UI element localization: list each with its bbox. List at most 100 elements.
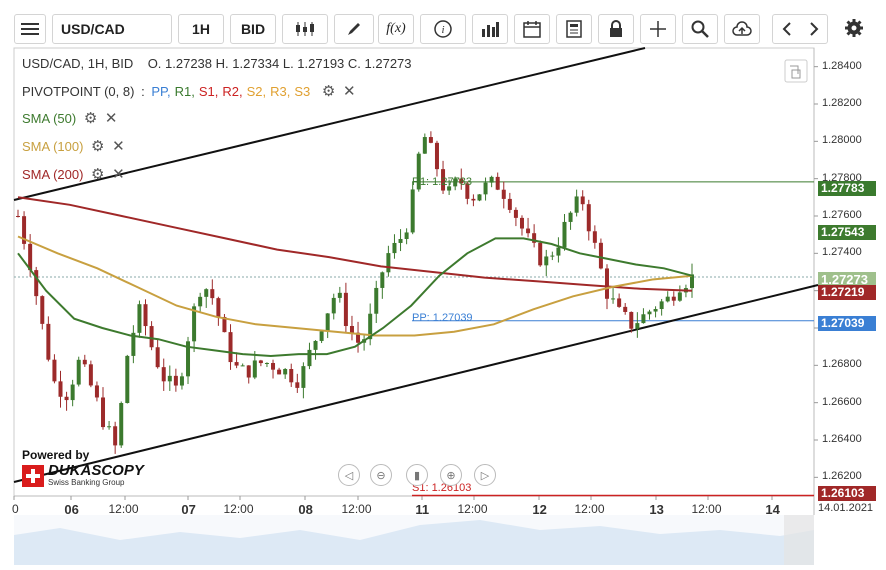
sma200-label: SMA (200)	[22, 167, 84, 182]
candle-body	[240, 365, 245, 367]
candle-body	[94, 385, 99, 398]
chevron-left-icon: ◁	[344, 469, 354, 482]
candle-body	[101, 397, 106, 428]
pivot-legend[interactable]: PIVOTPOINT (0, 8) : PP, R1, S1, R2, S2, R3, S3…	[22, 82, 356, 100]
candle-body	[592, 231, 597, 243]
x-tick-label: 12	[532, 502, 547, 517]
candle-body	[629, 311, 634, 329]
y-tick-label: 1.27600	[822, 209, 862, 221]
pivot-items: PP, R1, S1, R2, S2, R3, S3	[151, 84, 314, 99]
candle-body	[659, 301, 664, 310]
candle-body	[635, 323, 640, 329]
candle-body	[107, 426, 112, 428]
zoom-in-control[interactable]: ⊕	[440, 464, 462, 486]
candle-body	[289, 369, 294, 383]
s1-price-tag: 1.26103	[818, 486, 876, 501]
gear-icon[interactable]: ⚙	[91, 165, 104, 183]
candle-body	[277, 369, 282, 375]
candle-body	[374, 287, 379, 314]
candle-body	[52, 359, 57, 382]
reset-control[interactable]: ▮	[406, 464, 428, 486]
x-tick-label: 12:00	[341, 502, 372, 516]
navigator-handle	[784, 515, 814, 565]
close-icon[interactable]: ✕	[105, 109, 118, 127]
candle-body	[647, 311, 652, 315]
candle-body	[483, 182, 488, 195]
candle-body	[617, 298, 622, 307]
powered-by-text: Powered by	[22, 448, 90, 462]
candle-body	[495, 176, 500, 190]
candle-body	[88, 364, 93, 386]
x-tick-label: 12:00	[457, 502, 488, 516]
candle-body	[471, 198, 476, 201]
candle-body	[550, 255, 555, 257]
close-icon[interactable]: ✕	[112, 165, 125, 183]
candle-body	[434, 142, 439, 170]
y-tick-label: 1.26200	[822, 470, 862, 483]
candle-body	[604, 268, 609, 299]
candle-body	[538, 242, 543, 266]
candle-body	[34, 270, 39, 297]
candle-body	[161, 367, 166, 382]
x-tick-label: 11	[415, 502, 430, 517]
pivot-item: S3	[294, 84, 311, 99]
candle-body	[677, 292, 682, 301]
zoom-out-icon: ⊖	[376, 469, 386, 482]
pp-level-label: PP: 1.27039	[412, 312, 473, 324]
candle-body	[519, 217, 524, 229]
pivot-item: R2,	[222, 84, 243, 99]
x-tick-label: 12:00	[108, 502, 139, 516]
candle-body	[70, 384, 75, 401]
close-icon[interactable]: ✕	[112, 137, 125, 155]
pivot-item: S2,	[246, 84, 267, 99]
candle-body	[58, 381, 63, 397]
y-tick-label: 1.26400	[822, 433, 862, 445]
candle-body	[428, 137, 433, 143]
candle-body	[264, 362, 269, 364]
candle-body	[404, 232, 409, 239]
sma200-legend[interactable]: SMA (200) ⚙ ✕	[22, 165, 125, 183]
candle-body	[489, 176, 494, 183]
pivot-name: PIVOTPOINT (0, 8)	[22, 84, 135, 99]
gear-icon[interactable]: ⚙	[91, 137, 104, 155]
pivot-item: PP,	[151, 84, 171, 99]
candle-body	[653, 309, 658, 312]
sma100-legend[interactable]: SMA (100) ⚙ ✕	[22, 137, 125, 155]
brand-tagline: Swiss Banking Group	[48, 478, 125, 487]
ohlc-readout: USD/CAD, 1H, BID O. 1.27238 H. 1.27334 L…	[22, 56, 412, 71]
candle-body	[574, 196, 579, 213]
sma50-legend[interactable]: SMA (50) ⚙ ✕	[22, 109, 117, 127]
scroll-right-control[interactable]: ▷	[474, 464, 496, 486]
candle-body	[671, 296, 676, 301]
candle-body	[119, 403, 124, 446]
y-tick-label: 1.28200	[822, 97, 862, 109]
candle-body	[64, 396, 69, 401]
x-tick-label: 14	[765, 502, 780, 517]
close-icon[interactable]: ✕	[343, 82, 356, 100]
candle-body	[46, 323, 51, 360]
candle-body	[76, 359, 81, 385]
gear-icon[interactable]: ⚙	[322, 82, 335, 100]
x-tick-label: 14.01.2021	[818, 502, 874, 514]
candle-body	[307, 349, 312, 367]
candle-body	[125, 355, 130, 404]
zoom-in-icon: ⊕	[446, 469, 456, 482]
sma50-label: SMA (50)	[22, 111, 77, 126]
candle-body	[598, 242, 603, 269]
candle-body	[143, 304, 148, 327]
zoom-out-control[interactable]: ⊖	[370, 464, 392, 486]
swiss-cross-icon	[22, 464, 44, 487]
gear-icon[interactable]: ⚙	[84, 109, 97, 127]
r1-level-label: R1: 1.27783	[412, 176, 472, 188]
candle-body	[271, 362, 276, 370]
candle-body	[380, 272, 385, 288]
x-tick-label: 13	[649, 502, 664, 517]
x-tick-label: 07	[181, 502, 196, 517]
scroll-left-control[interactable]: ◁	[338, 464, 360, 486]
candle-body	[568, 212, 573, 222]
candle-body	[337, 292, 342, 298]
candle-body	[392, 242, 397, 254]
plot-frame	[13, 47, 815, 497]
candle-body	[398, 238, 403, 243]
candle-body	[295, 382, 300, 388]
